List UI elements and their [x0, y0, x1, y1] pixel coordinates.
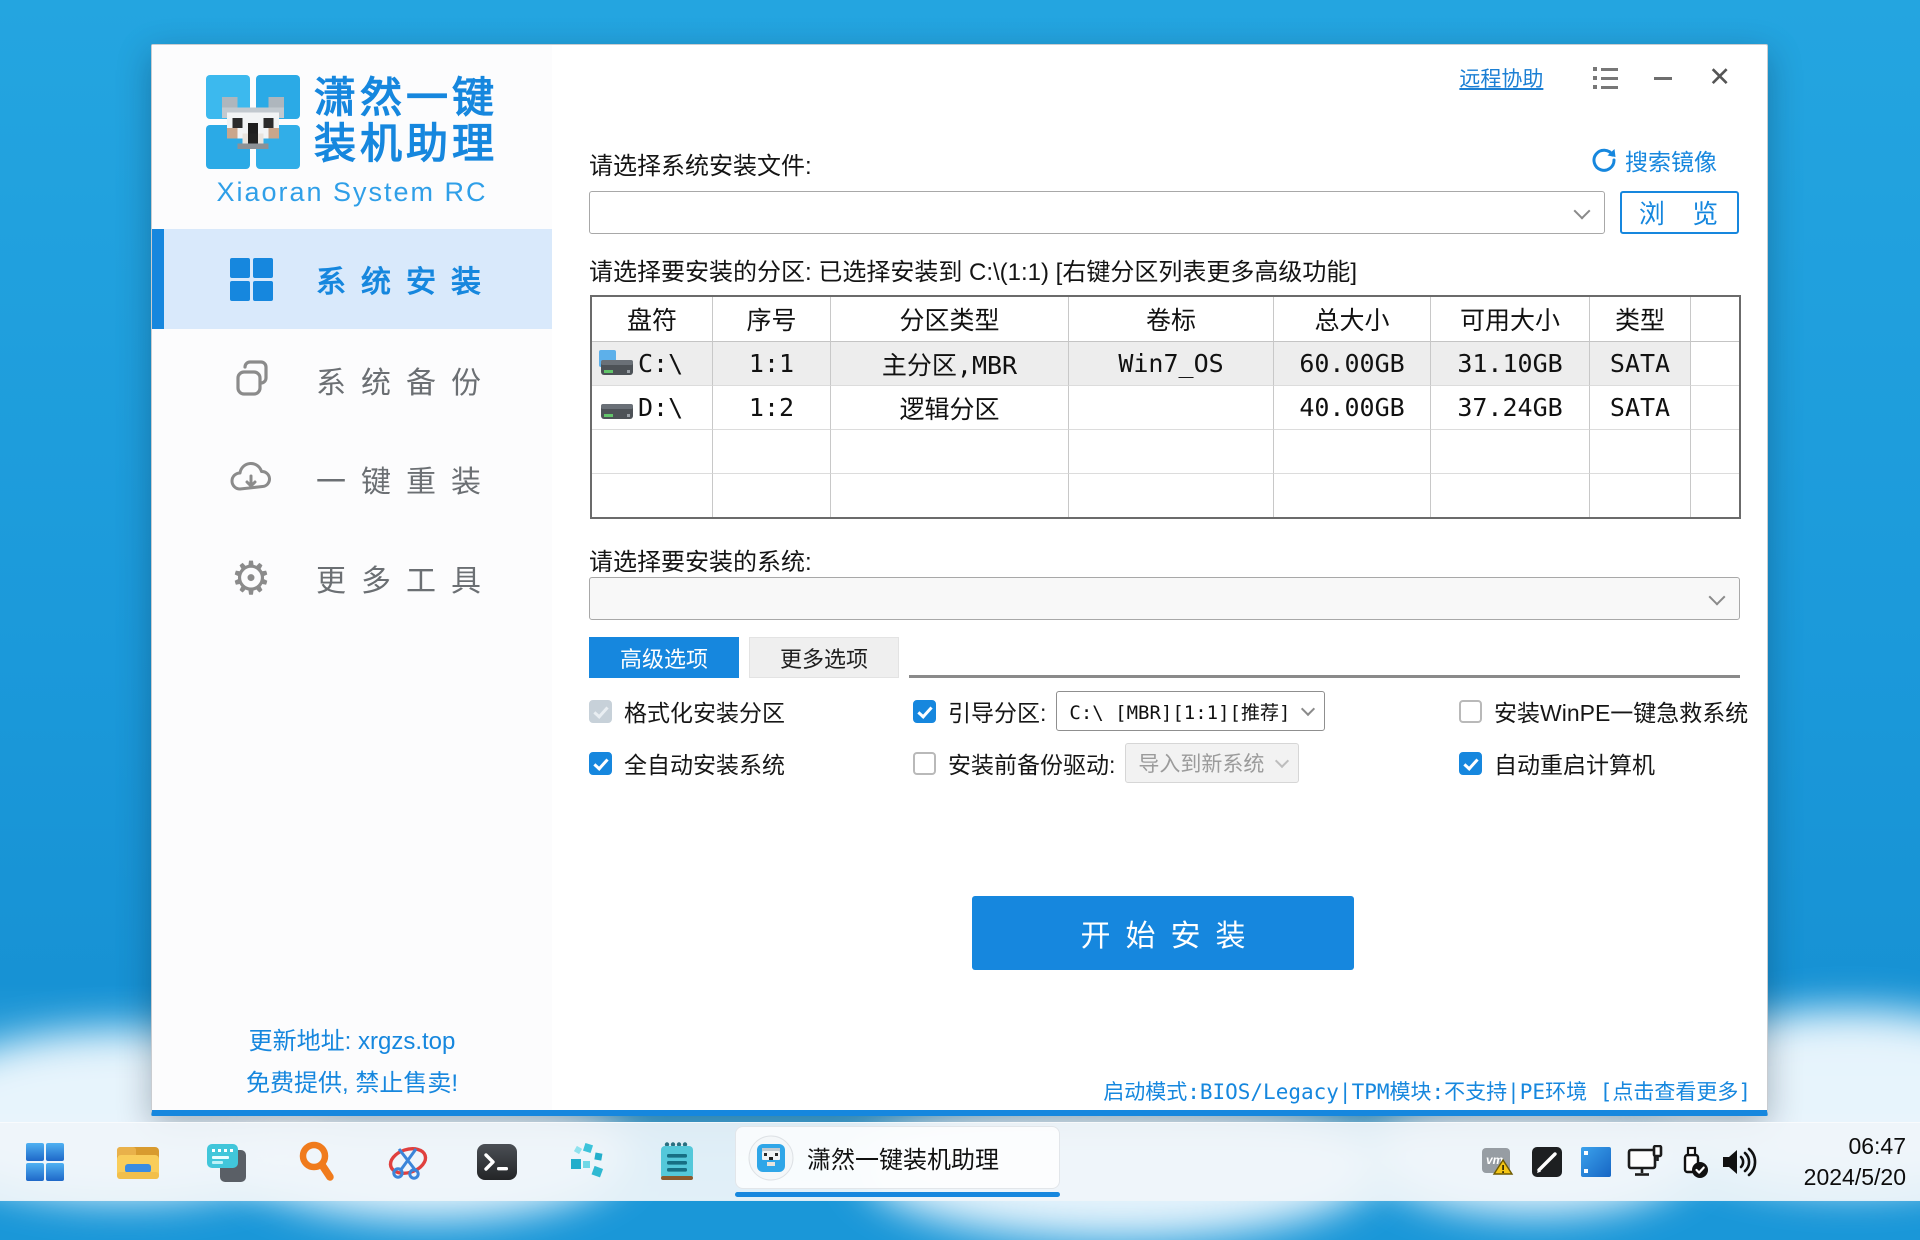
app-title: 潇然一键 装机助理	[314, 75, 498, 167]
taskbar-app-label: 潇然一键装机助理	[807, 1140, 999, 1175]
file-explorer-icon[interactable]	[115, 1141, 161, 1183]
format-partition-checkbox	[589, 700, 612, 723]
main-content: 请选择系统安装文件: 搜索镜像 浏 览 请选择要安装的分区: 已选择安装到 C:…	[589, 45, 1741, 1110]
system-select[interactable]	[589, 577, 1740, 620]
clock-time: 06:47	[1804, 1131, 1906, 1162]
chevron-down-icon	[1709, 588, 1726, 605]
terminal-icon[interactable]	[476, 1141, 518, 1183]
taskbar-clock[interactable]: 06:47 2024/5/20	[1804, 1131, 1906, 1193]
start-install-button[interactable]: 开始安装	[972, 896, 1354, 970]
options-row-1: 格式化安装分区 引导分区: C:\ [MBR][1:1][推荐] 安装WinPE…	[589, 689, 1741, 733]
sidebar-item-system-install[interactable]: 系统安装	[152, 229, 552, 329]
auto-restart-checkbox[interactable]	[1459, 752, 1482, 775]
sidebar-item-more-tools[interactable]: ⚙ 更多工具	[152, 528, 552, 628]
chevron-down-icon	[1275, 754, 1289, 768]
network-display-tray-icon[interactable]	[1627, 1145, 1663, 1179]
auto-install-label: 全自动安装系统	[624, 746, 785, 780]
table-row-empty	[592, 474, 1739, 517]
app-window: 远程协助 ✕	[151, 44, 1768, 1116]
hdd-d-icon	[598, 394, 636, 422]
boot-partition-checkbox[interactable]	[913, 700, 936, 723]
taskbar-active-indicator	[735, 1192, 1060, 1197]
partition-table: 盘符 序号 分区类型 卷标 总大小 可用大小 类型	[590, 295, 1741, 519]
update-address-text: 更新地址: xrgzs.top	[152, 1021, 552, 1056]
winpe-checkbox[interactable]	[1459, 700, 1482, 723]
auto-install-checkbox[interactable]	[589, 752, 612, 775]
app-logo: 潇然一键 装机助理 Xiaoran System RC	[152, 75, 552, 208]
winpe-label: 安装WinPE一键急救系统	[1494, 694, 1748, 728]
pen-disk-tray-icon[interactable]	[1531, 1146, 1563, 1178]
app-task-icon	[748, 1135, 794, 1181]
hdd-c-icon	[598, 350, 636, 378]
status-bar-link[interactable]: 启动模式:BIOS/Legacy|TPM模块:不支持|PE环境 [点击查看更多]	[1103, 1076, 1751, 1106]
search-mirror-link[interactable]: 搜索镜像	[1591, 143, 1717, 177]
pixel-cluster-app-icon[interactable]	[566, 1140, 610, 1184]
file-select-label: 请选择系统安装文件:	[589, 146, 812, 181]
sidebar-item-one-key-reinstall[interactable]: 一键重装	[152, 429, 552, 529]
app-subtitle: Xiaoran System RC	[152, 177, 552, 208]
windows-icon	[228, 256, 274, 302]
start-button[interactable]	[24, 1141, 66, 1183]
gear-wrench-icon: ⚙	[228, 555, 274, 601]
pixel-dog-icon	[222, 97, 284, 149]
taskbar-app-button[interactable]: 潇然一键装机助理	[735, 1126, 1060, 1189]
input-keyboard-app-icon[interactable]	[205, 1140, 249, 1184]
backup-driver-label: 安装前备份驱动:	[948, 746, 1115, 780]
chevron-down-icon	[1574, 202, 1591, 219]
table-row-c-drive[interactable]: C:\ 1:1 主分区,MBR Win7_OS 60.00GB 31.10GB …	[592, 342, 1739, 386]
usb-eject-tray-icon[interactable]	[1676, 1145, 1710, 1179]
backup-driver-select: 导入到新系统	[1125, 743, 1299, 783]
sidebar-item-system-backup[interactable]: 系统备份	[152, 330, 552, 430]
table-header-row: 盘符 序号 分区类型 卷标 总大小 可用大小 类型	[592, 297, 1739, 342]
tab-underline	[909, 675, 1740, 678]
refresh-icon	[1591, 147, 1617, 173]
snipping-tool-icon[interactable]	[385, 1140, 431, 1184]
chevron-down-icon	[1301, 702, 1315, 716]
partition-select-label: 请选择要安装的分区: 已选择安装到 C:\(1:1) [右键分区列表更多高级功能…	[589, 252, 1357, 287]
system-select-label: 请选择要安装的系统:	[589, 542, 812, 577]
vm-tools-tray-icon[interactable]: vm	[1481, 1146, 1515, 1178]
table-row-empty	[592, 430, 1739, 474]
volume-tray-icon[interactable]	[1720, 1146, 1758, 1178]
auto-restart-label: 自动重启计算机	[1494, 746, 1655, 780]
copy-icon	[228, 357, 274, 403]
backup-driver-checkbox[interactable]	[913, 752, 936, 775]
install-file-select[interactable]	[589, 191, 1605, 234]
cloud-reinstall-icon	[228, 456, 274, 502]
taskbar: 潇然一键装机助理 vm	[0, 1122, 1920, 1201]
options-row-2: 全自动安装系统 安装前备份驱动: 导入到新系统 自动重启计算机	[589, 741, 1741, 785]
browse-button[interactable]: 浏 览	[1620, 191, 1739, 234]
sidebar: 潇然一键 装机助理 Xiaoran System RC 系统安装	[152, 45, 552, 1110]
format-partition-label: 格式化安装分区	[624, 694, 785, 728]
app-logo-icon	[206, 75, 300, 169]
search-magnifier-icon[interactable]	[296, 1140, 338, 1184]
tab-more-options[interactable]: 更多选项	[749, 637, 899, 678]
table-row-d-drive[interactable]: D:\ 1:2 逻辑分区 40.00GB 37.24GB SATA	[592, 386, 1739, 430]
notepad-icon[interactable]	[656, 1140, 698, 1184]
free-notice-text: 免费提供, 禁止售卖!	[152, 1063, 552, 1098]
clock-date: 2024/5/20	[1804, 1162, 1906, 1193]
tab-advanced-options[interactable]: 高级选项	[589, 637, 739, 678]
boot-partition-label: 引导分区:	[948, 694, 1046, 728]
partition-tool-tray-icon[interactable]	[1580, 1146, 1612, 1178]
boot-partition-select[interactable]: C:\ [MBR][1:1][推荐]	[1056, 691, 1325, 731]
